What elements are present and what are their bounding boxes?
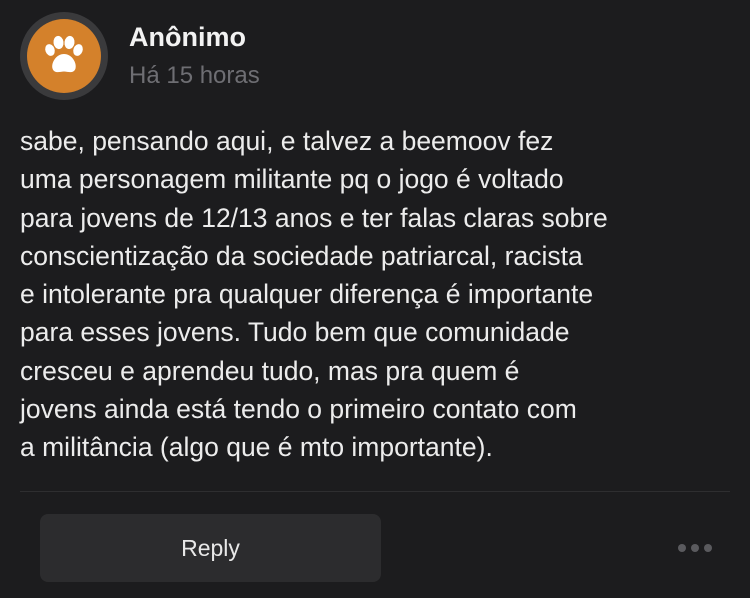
post-body: sabe, pensando aqui, e talvez a beemoov … <box>20 126 608 463</box>
reply-button[interactable]: Reply <box>40 514 381 582</box>
paw-icon <box>45 35 83 73</box>
more-dots-icon <box>678 544 686 552</box>
avatar-circle <box>27 19 101 93</box>
divider <box>20 491 730 492</box>
author-block: Anônimo Há 15 horas <box>129 20 260 92</box>
more-options-button[interactable] <box>670 534 720 562</box>
post-header: Anônimo Há 15 horas <box>20 12 260 100</box>
post-timestamp: Há 15 horas <box>129 62 260 89</box>
more-dots-icon <box>691 544 699 552</box>
author-name: Anônimo <box>129 22 246 52</box>
more-dots-icon <box>704 544 712 552</box>
avatar[interactable] <box>20 12 108 100</box>
